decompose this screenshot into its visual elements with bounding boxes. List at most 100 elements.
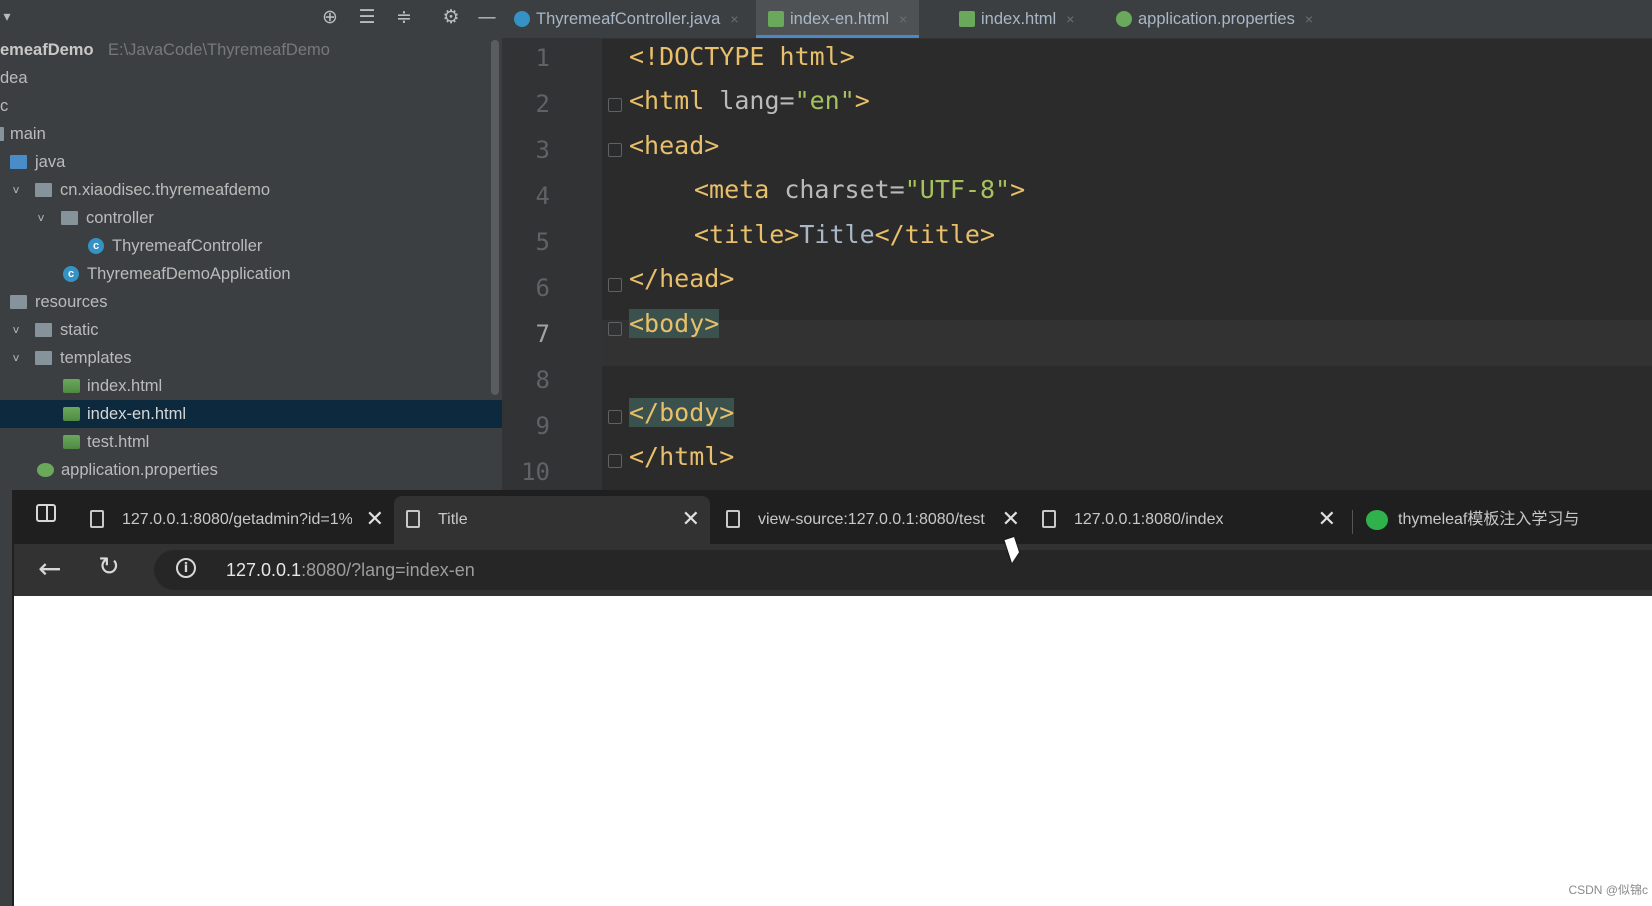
chevron-down-icon[interactable]: v [9, 316, 23, 344]
address-bar[interactable]: i 127.0.0.1:8080/?lang=index-en [154, 550, 1652, 590]
close-icon[interactable]: × [1305, 11, 1313, 27]
line-number: 1 [535, 44, 550, 72]
close-icon[interactable]: ✕ [682, 496, 700, 544]
tree-item[interactable]: c ThyremeafDemoApplication [0, 260, 502, 288]
tree-item[interactable]: index.html [0, 372, 502, 400]
tree-item-label: controller [86, 209, 154, 227]
editor-tab[interactable]: application.properties × [1116, 0, 1313, 38]
editor-tab-bar: ThyremeafController.java × index-en.html ×… [502, 0, 1652, 39]
collapse-all-icon[interactable]: ≑ [393, 6, 415, 28]
browser-window: 127.0.0.1:8080/getadmin?id=1% ✕ Title ✕ … [12, 490, 1652, 906]
watermark: CSDN @似锦c [1568, 883, 1648, 897]
fold-marker-icon[interactable] [608, 322, 622, 336]
editor-tab-active[interactable]: index-en.html × [756, 0, 920, 38]
close-icon[interactable]: × [899, 11, 907, 27]
chevron-down-icon[interactable]: v [34, 204, 48, 232]
tree-item-label: application.properties [61, 461, 218, 479]
close-icon[interactable]: × [730, 11, 738, 27]
code-line: <meta charset="UTF-8"> [694, 175, 1025, 204]
browser-tab-label: 127.0.0.1:8080/index [1074, 511, 1224, 528]
tree-item-project-root[interactable]: emeafDemo E:\JavaCode\ThyremeafDemo [0, 36, 502, 64]
browser-toolbar: ← ↻ i 127.0.0.1:8080/?lang=index-en [14, 544, 1652, 596]
fold-marker-icon[interactable] [608, 454, 622, 468]
close-icon[interactable]: × [1066, 11, 1074, 27]
minimize-icon[interactable]: — [476, 6, 498, 28]
url-path: :8080/?lang=index-en [301, 560, 475, 580]
tree-item[interactable]: v cn.xiaodisec.thyremeafdemo [0, 176, 502, 204]
chevron-down-icon[interactable]: v [9, 176, 23, 204]
tree-item[interactable]: java [0, 148, 502, 176]
folder-icon [0, 127, 4, 141]
browser-tab[interactable]: 127.0.0.1:8080/index ✕ [1030, 496, 1346, 544]
properties-file-icon [1116, 11, 1132, 27]
dropdown-arrow-icon[interactable]: ▾ [0, 6, 18, 28]
page-viewport[interactable]: CSDN @似锦c [14, 596, 1652, 906]
code-area[interactable]: 1 2 3 4 5 6 7 8 9 10 <!DOCTYPE html> <ht… [502, 38, 1652, 490]
code-token: </title> [874, 220, 996, 249]
tree-item-label: ThyremeafController [112, 237, 263, 255]
back-arrow-icon[interactable]: ← [38, 552, 61, 585]
editor-tab-label: application.properties [1138, 10, 1295, 28]
line-number-current: 7 [535, 320, 550, 348]
site-info-icon[interactable]: i [176, 558, 196, 578]
tab-divider [1352, 510, 1353, 534]
source-folder-icon [10, 155, 27, 169]
page-icon [726, 510, 740, 528]
fold-marker-icon[interactable] [608, 98, 622, 112]
tree-item[interactable]: c [0, 92, 502, 120]
browser-tab-label: view-source:127.0.0.1:8080/test [758, 511, 985, 528]
code-token: > [854, 86, 870, 115]
tree-item[interactable]: resources [0, 288, 502, 316]
code-token: </body> [629, 398, 735, 427]
close-icon[interactable]: ✕ [1318, 496, 1336, 544]
browser-tab-label: thymeleaf模板注入学习与 [1398, 511, 1580, 528]
project-scrollbar[interactable] [491, 40, 499, 395]
resources-folder-icon [10, 295, 27, 309]
browser-tab[interactable]: thymeleaf模板注入学习与 [1354, 496, 1652, 544]
tree-item[interactable]: c ThyremeafController [0, 232, 502, 260]
reload-icon[interactable]: ↻ [98, 552, 120, 582]
editor-tab[interactable]: index.html × [959, 0, 1074, 38]
code-token: > [1010, 175, 1026, 204]
tree-item[interactable]: v templates [0, 344, 502, 372]
code-token: Title [799, 220, 875, 249]
package-icon [35, 183, 52, 197]
tree-item[interactable]: v controller [0, 204, 502, 232]
line-number: 8 [535, 366, 550, 394]
locate-icon[interactable]: ⊕ [319, 6, 341, 28]
code-line: </html> [629, 442, 734, 471]
tree-item[interactable]: v static [0, 316, 502, 344]
tree-item-selected[interactable]: index-en.html [0, 400, 502, 428]
editor-tab[interactable]: ThyremeafController.java × [514, 0, 739, 38]
tree-item[interactable]: main [0, 120, 502, 148]
expand-all-icon[interactable]: ☰ [356, 6, 378, 28]
browser-tab-active[interactable]: Title ✕ [394, 496, 710, 544]
html-file-icon [63, 435, 80, 449]
wechat-icon [1366, 510, 1388, 530]
close-icon[interactable]: ✕ [366, 496, 384, 544]
tree-item[interactable]: application.properties [0, 456, 502, 484]
tree-item-label: static [60, 321, 99, 339]
fold-marker-icon[interactable] [608, 143, 622, 157]
code-line: </head> [629, 264, 734, 293]
tree-item[interactable]: test.html [0, 428, 502, 456]
tree-item-label: ThyremeafDemoApplication [87, 265, 291, 283]
url-text: 127.0.0.1:8080/?lang=index-en [226, 550, 475, 590]
code-editor: ThyremeafController.java × index-en.html ×… [502, 0, 1652, 490]
ide-side-strip [0, 490, 12, 906]
tree-item[interactable]: dea [0, 64, 502, 92]
project-path: E:\JavaCode\ThyremeafDemo [108, 41, 330, 59]
tree-item-label: index.html [87, 377, 163, 395]
code-token: "en" [794, 86, 855, 115]
fold-marker-icon[interactable] [608, 410, 622, 424]
chevron-down-icon[interactable]: v [9, 344, 23, 372]
project-toolbar: ▾ ⊕ ☰ ≑ ⚙ — [0, 0, 502, 36]
browser-tab[interactable]: view-source:127.0.0.1:8080/test ✕ [714, 496, 1030, 544]
browser-tab[interactable]: 127.0.0.1:8080/getadmin?id=1% ✕ [78, 496, 394, 544]
line-number: 5 [535, 228, 550, 256]
code-token: <body> [629, 309, 720, 338]
code-line: <!DOCTYPE html> [629, 42, 855, 71]
fold-marker-icon[interactable] [608, 278, 622, 292]
gear-icon[interactable]: ⚙ [440, 6, 462, 28]
tree-item-label: main [10, 125, 46, 143]
